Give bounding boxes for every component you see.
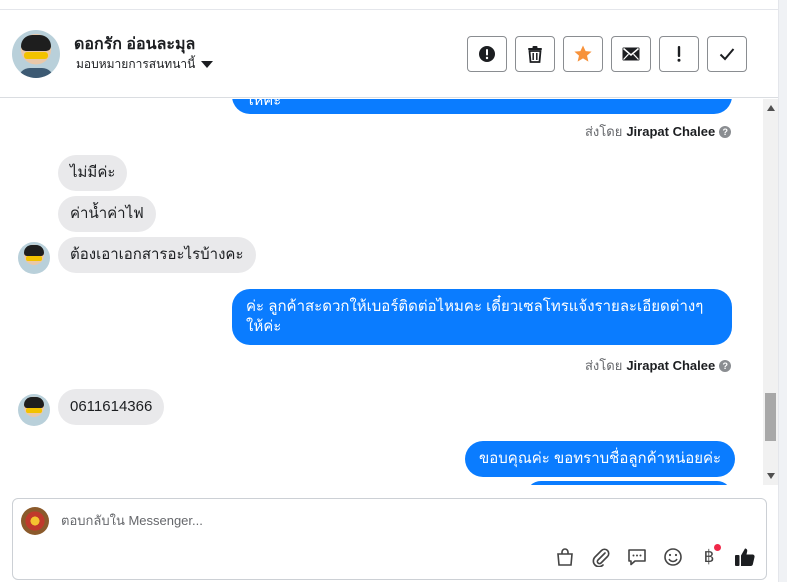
thread-scrollbar[interactable] [763, 99, 778, 485]
smiley-icon [664, 548, 682, 566]
baht-icon: ฿ [703, 547, 715, 566]
contact-name[interactable]: ดอกรัก อ่อนละมุล [74, 32, 195, 57]
message-incoming[interactable]: 0611614366 [58, 389, 165, 425]
assign-conversation-dropdown[interactable]: มอบหมายการสนทนานี้ [76, 55, 214, 74]
scroll-down-arrow-icon[interactable] [767, 473, 775, 479]
shop-bag-button[interactable] [553, 545, 577, 569]
message-thread[interactable]: ให้ค่ะ ส่งโดย Jirapat Chalee ? ไม่มีค่ะ … [0, 99, 762, 485]
trash-icon [528, 46, 542, 63]
message-text: ไม่มีค่ะ [70, 164, 116, 181]
mark-done-button[interactable] [707, 36, 747, 72]
mark-unread-button[interactable] [611, 36, 651, 72]
message-text: ค่ะ ลูกค้าสะดวกให้เบอร์ติดต่อไหมคะ เดี๋ย… [246, 298, 704, 335]
message-text: ขอบคุณค่ะ ขอทราบชื่อลูกค้าหน่อยค่ะ [479, 450, 722, 467]
envelope-icon [622, 47, 640, 61]
attach-button[interactable] [589, 545, 613, 569]
message-outgoing[interactable]: ขอบคุณค่ะ ขอทราบชื่อลูกค้าหน่อยค่ะ [465, 441, 736, 477]
like-button[interactable] [733, 545, 757, 569]
delete-button[interactable] [515, 36, 555, 72]
conversation-actions [467, 36, 747, 72]
message-incoming[interactable]: ค่าน้ำค่าไฟ [58, 196, 156, 232]
reply-input[interactable] [61, 513, 701, 528]
star-button[interactable] [563, 36, 603, 72]
spam-button[interactable] [467, 36, 507, 72]
message-text: ค่าน้ำค่าไฟ [70, 205, 144, 222]
assign-label: มอบหมายการสนทนานี้ [76, 57, 196, 71]
page-avatar [21, 507, 49, 535]
window-edge [778, 0, 787, 582]
shopping-bag-icon [557, 548, 573, 566]
notification-dot [714, 544, 721, 551]
scroll-thumb[interactable] [765, 393, 776, 441]
star-icon [574, 45, 592, 62]
contact-avatar-small [18, 394, 50, 426]
sent-by-label: ส่งโดย Jirapat Chalee ? [585, 121, 732, 142]
message-outgoing[interactable]: ให้ค่ะ [232, 99, 732, 114]
contact-avatar[interactable] [12, 30, 60, 78]
caret-down-icon [201, 61, 214, 68]
message-outgoing[interactable]: ค่ะ ลูกค้าสะดวกให้เบอร์ติดต่อไหมคะ เดี๋ย… [232, 289, 732, 345]
emoji-button[interactable] [661, 545, 685, 569]
reply-composer: ฿ [12, 498, 767, 580]
saved-replies-button[interactable] [625, 545, 649, 569]
message-text: ให้ค่ะ [246, 99, 282, 109]
help-icon[interactable]: ? [719, 359, 732, 372]
alert-circle-icon [479, 46, 495, 62]
help-icon[interactable]: ? [719, 125, 732, 138]
exclamation-icon [677, 46, 681, 62]
thumbs-up-icon [735, 548, 755, 566]
conversation-header: ดอกรัก อ่อนละมุล มอบหมายการสนทนานี้ [0, 10, 778, 98]
message-incoming[interactable]: ไม่มีค่ะ [58, 155, 128, 191]
message-text: ต้องเอาเอกสารอะไรบ้างคะ [70, 246, 244, 263]
follow-up-button[interactable] [659, 36, 699, 72]
payment-button[interactable]: ฿ [697, 544, 721, 569]
composer-tools: ฿ [553, 544, 757, 569]
check-icon [719, 48, 735, 61]
message-incoming[interactable]: ต้องเอาเอกสารอะไรบ้างคะ [58, 237, 256, 273]
contact-avatar-small [18, 242, 50, 274]
chat-bubble-icon [628, 549, 646, 566]
message-text: 0611614366 [70, 398, 153, 415]
scroll-up-arrow-icon[interactable] [767, 105, 775, 111]
message-outgoing-partial[interactable] [526, 481, 732, 485]
agent-name: Jirapat Chalee [626, 124, 716, 139]
agent-name: Jirapat Chalee [626, 358, 716, 373]
sent-by-label: ส่งโดย Jirapat Chalee ? [585, 355, 732, 376]
paperclip-icon [592, 548, 610, 567]
